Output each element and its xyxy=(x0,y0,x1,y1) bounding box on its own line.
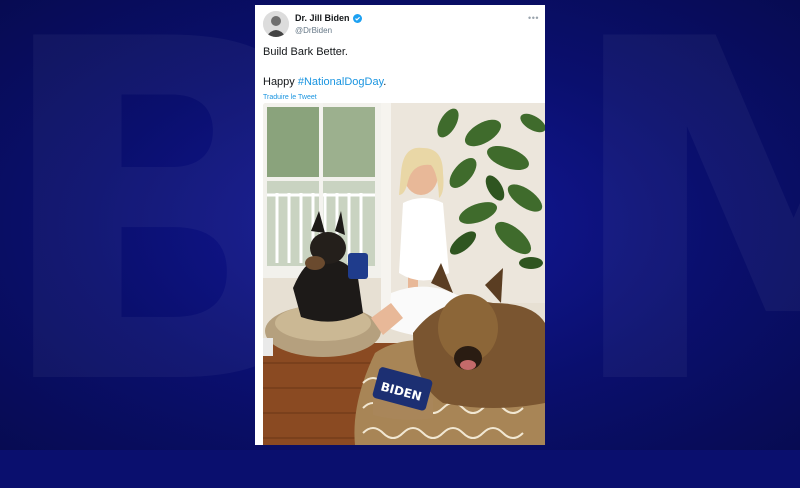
tweet-header: Dr. Jill Biden @DrBiden ••• xyxy=(263,11,539,41)
handle[interactable]: @DrBiden xyxy=(295,26,332,35)
tweet-photo[interactable]: BIDEN xyxy=(263,103,545,445)
more-options-icon[interactable]: ••• xyxy=(528,13,539,23)
photo-woman-with-dogs: BIDEN xyxy=(263,103,545,445)
verified-badge-icon xyxy=(352,13,362,23)
translate-tweet-link[interactable]: Traduire le Tweet xyxy=(263,94,317,101)
tweet-text-line1: Build Bark Better. xyxy=(263,46,348,58)
avatar-portrait-icon xyxy=(263,11,289,37)
tweet-card: Dr. Jill Biden @DrBiden ••• Build Bark B… xyxy=(255,5,545,445)
tweet-text-line2: Happy #NationalDogDay. xyxy=(263,75,386,89)
avatar[interactable] xyxy=(263,11,289,37)
tweet-text-prefix: Happy xyxy=(263,76,298,88)
hashtag-link[interactable]: #NationalDogDay xyxy=(298,76,383,88)
tweet-text-suffix: . xyxy=(383,76,387,88)
display-name[interactable]: Dr. Jill Biden xyxy=(295,13,350,23)
name-row: Dr. Jill Biden xyxy=(295,13,362,23)
watermark-right: M xyxy=(560,0,800,450)
